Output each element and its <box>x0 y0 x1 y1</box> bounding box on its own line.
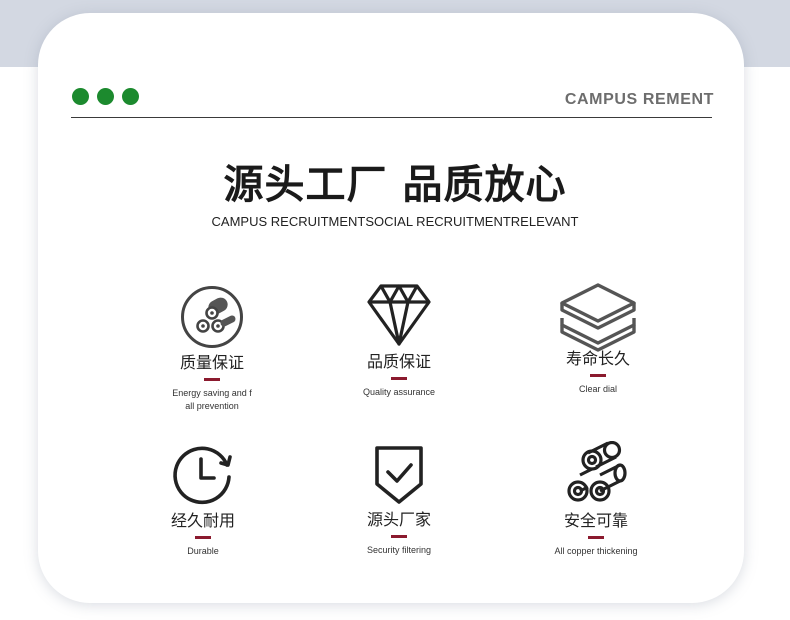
feature-safe-reliable: 安全可靠 All copper thickening <box>521 441 671 558</box>
dot-icon <box>97 88 114 105</box>
accent-bar <box>590 374 606 377</box>
diamond-icon <box>367 284 431 346</box>
feature-durable: 经久耐用 Durable <box>128 443 278 558</box>
header-divider <box>71 117 712 118</box>
page-subtitle: CAMPUS RECRUITMENTSOCIAL RECRUITMENTRELE… <box>211 214 579 229</box>
feature-description: Durable <box>187 546 219 556</box>
feature-description: Energy saving and f all prevention <box>172 388 252 411</box>
feature-description: All copper thickening <box>554 546 638 556</box>
feature-longevity: 寿命长久 Clear dial <box>523 281 673 396</box>
clock-icon <box>173 446 232 505</box>
dot-icon <box>72 88 89 105</box>
accent-bar <box>204 378 220 381</box>
feature-title: 经久耐用 <box>170 511 235 530</box>
feature-description: Clear dial <box>578 384 618 394</box>
feature-quality-assurance: 品质保证 Quality assurance <box>324 282 474 399</box>
decorative-dots <box>72 88 139 105</box>
accent-bar <box>588 536 604 539</box>
brand-label: CAMPUS REMENT <box>564 91 714 108</box>
pipes-circle-icon <box>181 286 243 348</box>
feature-title: 质量保证 <box>179 353 244 372</box>
feature-title: 源头厂家 <box>366 510 431 529</box>
dot-icon <box>122 88 139 105</box>
pipes-icon <box>567 441 627 502</box>
page-title: 源头工厂 品质放心 <box>223 162 567 208</box>
accent-bar <box>391 535 407 538</box>
feature-source-factory: 源头厂家 Security filtering <box>324 444 474 557</box>
accent-bar <box>195 536 211 539</box>
feature-title: 安全可靠 <box>563 511 628 530</box>
accent-bar <box>391 377 407 380</box>
feature-quality: 质量保证 Energy saving and f all prevention <box>137 285 287 413</box>
layers-icon <box>560 283 636 352</box>
feature-description: Quality assurance <box>362 387 436 397</box>
feature-title: 品质保证 <box>366 352 431 371</box>
shield-check-icon <box>375 446 423 504</box>
feature-title: 寿命长久 <box>565 349 630 368</box>
feature-description: Security filtering <box>366 545 432 555</box>
